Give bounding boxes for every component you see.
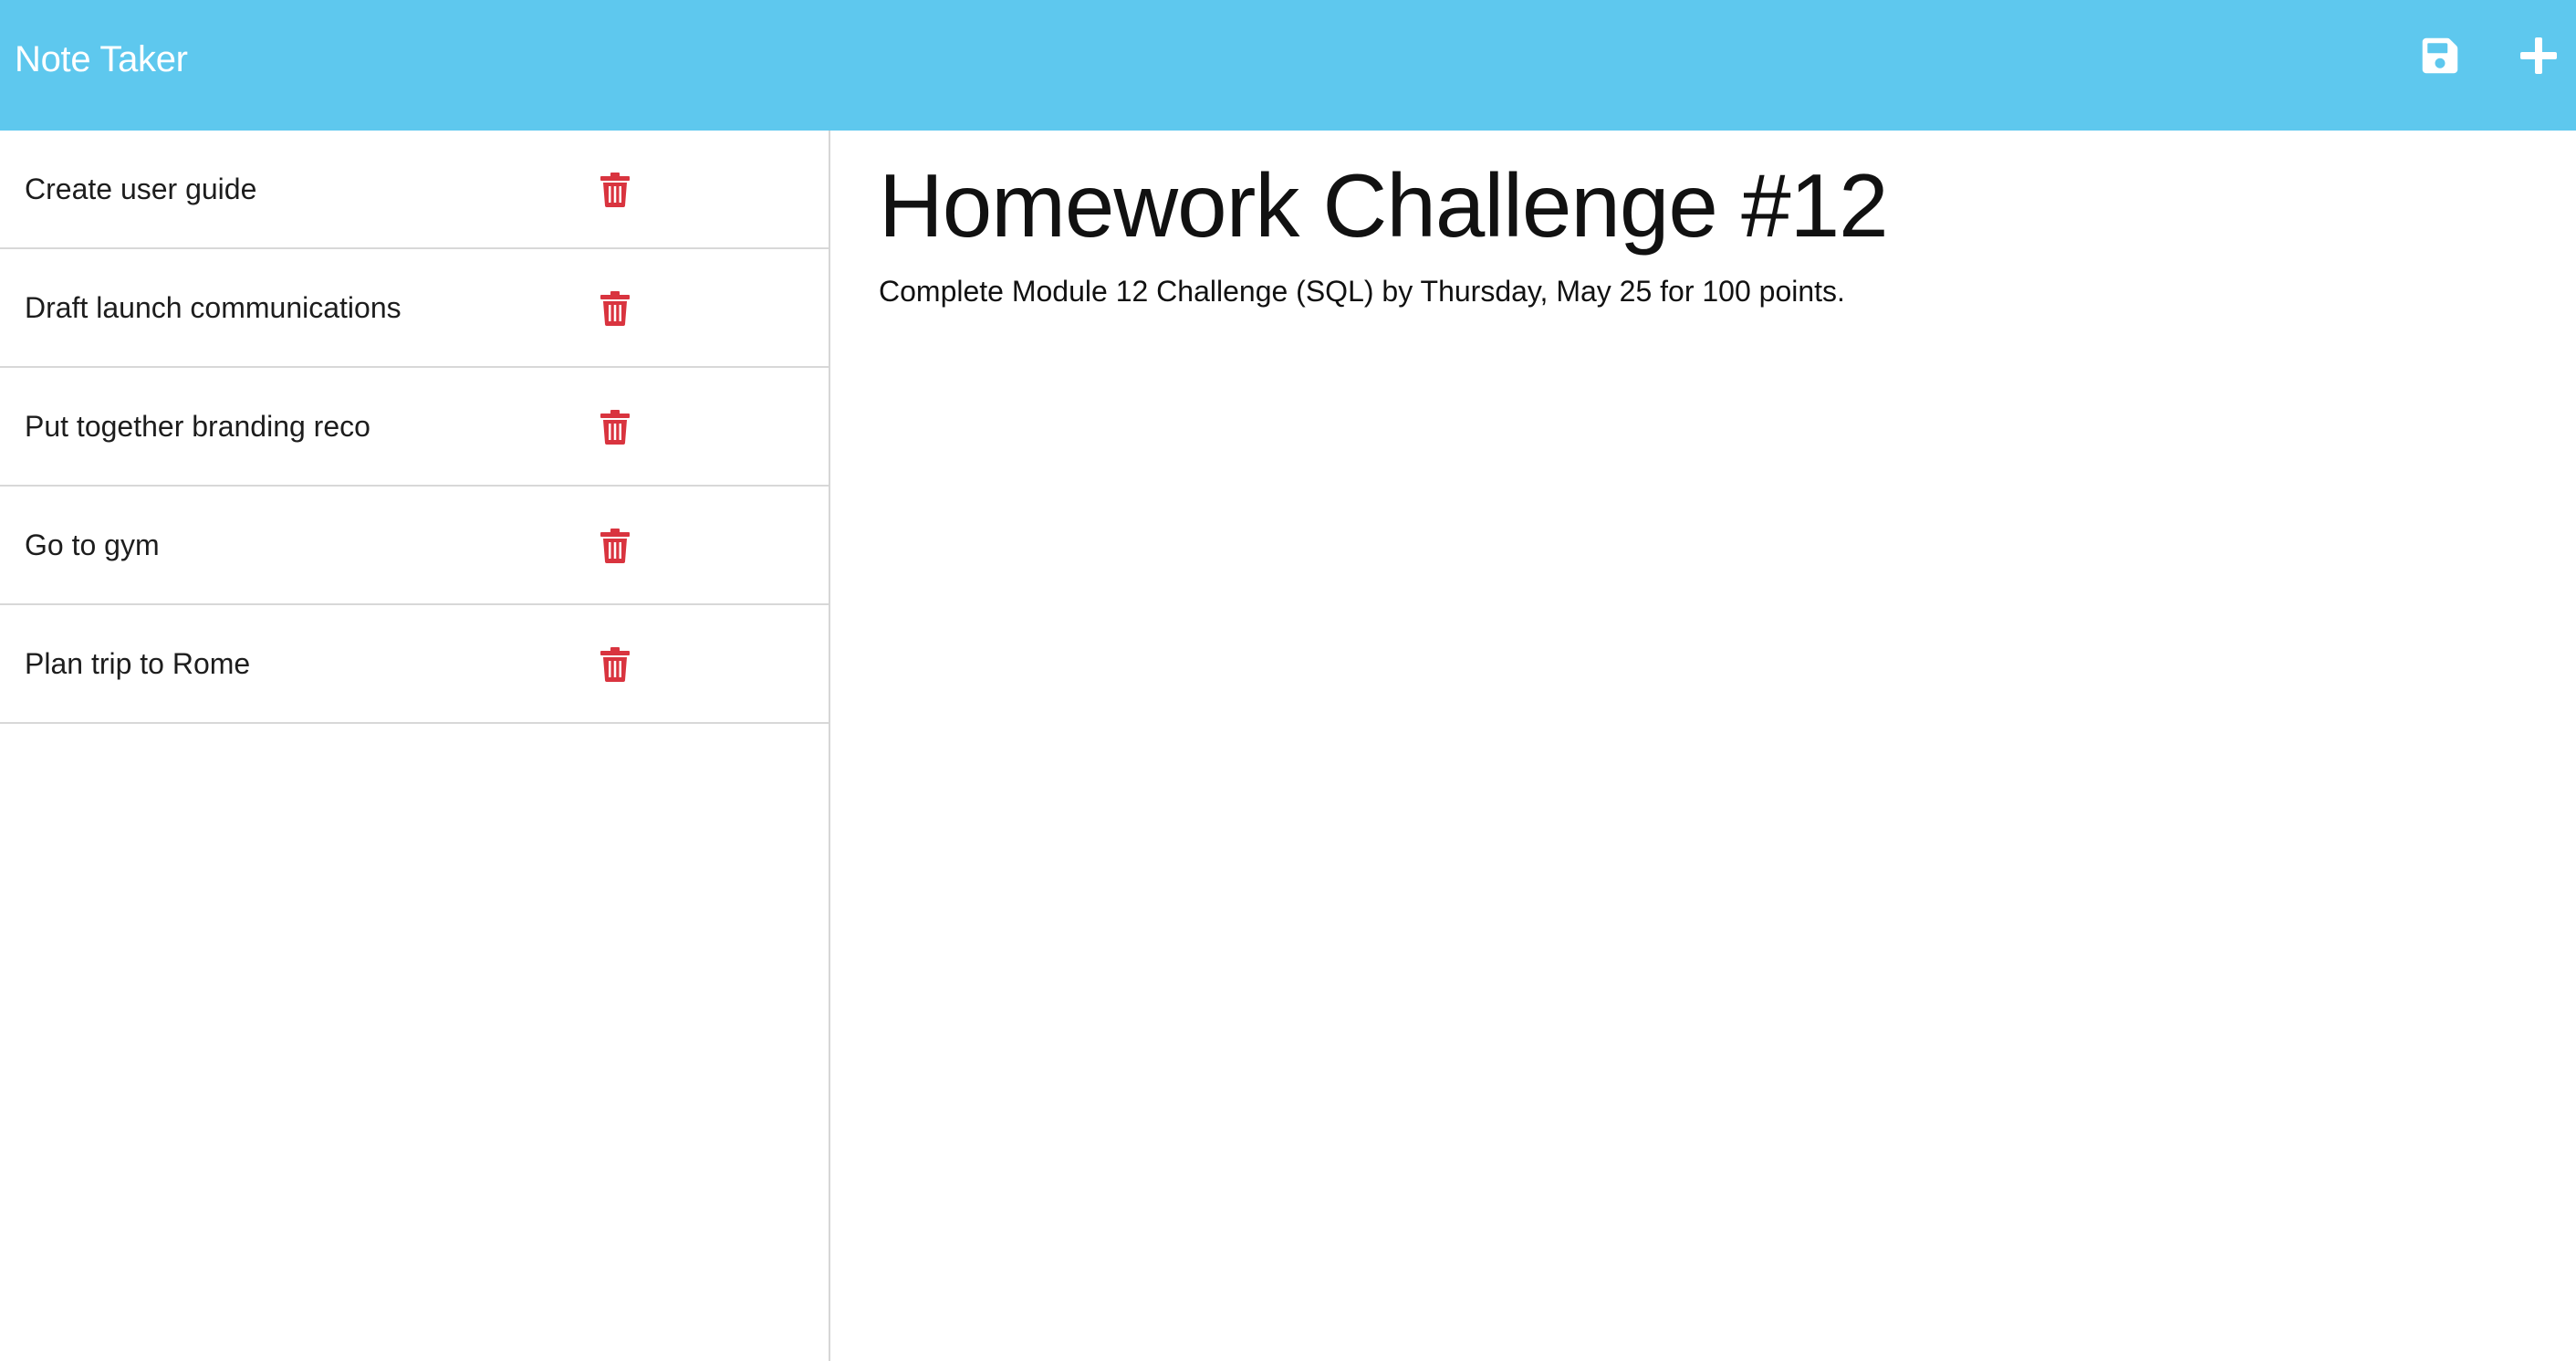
delete-note-button[interactable] (595, 524, 635, 568)
note-title[interactable]: Plan trip to Rome (25, 647, 250, 681)
note-title[interactable]: Put together branding reco (25, 410, 370, 444)
list-item[interactable]: Create user guide (0, 131, 829, 249)
note-title[interactable]: Create user guide (25, 173, 256, 206)
delete-note-button[interactable] (595, 287, 635, 330)
note-title[interactable]: Go to gym (25, 529, 160, 562)
delete-note-button[interactable] (595, 643, 635, 686)
floppy-disk-icon (2420, 36, 2460, 80)
note-title[interactable]: Draft launch communications (25, 291, 402, 325)
list-item[interactable]: Go to gym (0, 487, 829, 605)
trash-icon (600, 647, 630, 682)
plus-icon (2519, 36, 2559, 80)
new-note-button[interactable] (2513, 32, 2564, 83)
delete-note-button[interactable] (595, 405, 635, 449)
note-title-input[interactable]: Homework Challenge #12 (879, 154, 1889, 257)
notes-sidebar: Create user guide Draft launch communica… (0, 131, 830, 1361)
note-text-input[interactable]: Complete Module 12 Challenge (SQL) by Th… (879, 275, 1845, 309)
list-item[interactable]: Draft launch communications (0, 249, 829, 368)
list-item[interactable]: Put together branding reco (0, 368, 829, 487)
save-note-button[interactable] (2414, 32, 2466, 83)
navbar: Note Taker (0, 0, 2576, 131)
trash-icon (600, 410, 630, 445)
delete-note-button[interactable] (595, 168, 635, 212)
note-list: Create user guide Draft launch communica… (0, 131, 829, 724)
list-item[interactable]: Plan trip to Rome (0, 605, 829, 724)
app-title[interactable]: Note Taker (15, 0, 188, 131)
trash-icon (600, 529, 630, 563)
note-editor: Homework Challenge #12 Complete Module 1… (832, 131, 2576, 1361)
trash-icon (600, 291, 630, 326)
trash-icon (600, 173, 630, 207)
